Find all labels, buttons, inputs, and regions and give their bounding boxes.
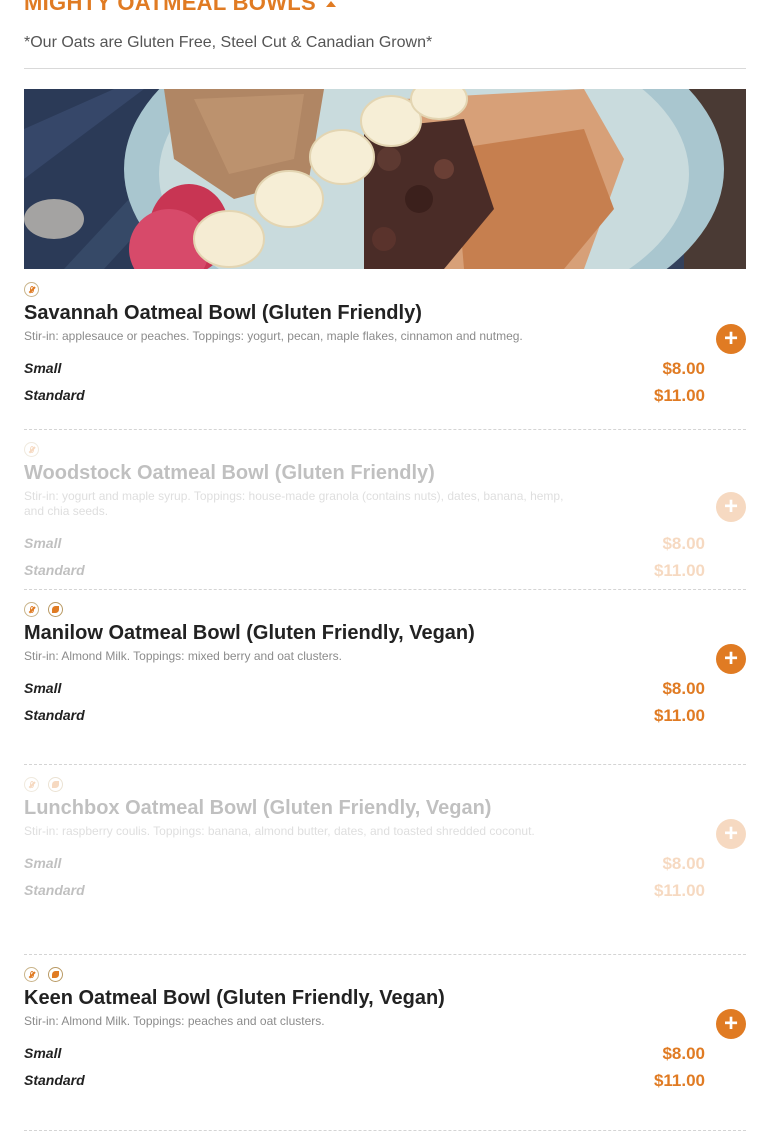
size-label: Standard [24,882,85,898]
gluten-free-icon [24,777,39,792]
section-note: *Our Oats are Gluten Free, Steel Cut & C… [24,34,433,51]
add-item-button[interactable]: + [716,819,746,849]
add-item-button[interactable]: + [716,1009,746,1039]
gluten-free-icon [24,602,39,617]
price: $11.00 [653,561,705,580]
divider [24,68,746,69]
dietary-badges [24,442,39,457]
price: $8.00 [662,679,705,698]
item-name: Keen Oatmeal Bowl (Gluten Friendly, Vega… [24,987,445,1009]
gluten-free-icon [24,442,39,457]
price: $8.00 [662,1044,705,1063]
dietary-badges [24,967,63,982]
vegan-icon [48,777,63,792]
item-name: Savannah Oatmeal Bowl (Gluten Friendly) [24,302,422,324]
dietary-badges [24,602,63,617]
size-label: Small [24,1045,62,1061]
size-label: Small [24,855,62,871]
item-description: Stir-in: raspberry coulis. Toppings: ban… [24,824,535,838]
menu-item: Keen Oatmeal Bowl (Gluten Friendly, Vega… [24,967,746,1117]
add-item-button[interactable]: + [716,324,746,354]
divider [24,589,746,590]
oatmeal-bowl-image [24,89,746,269]
divider [24,429,746,430]
vegan-icon [48,967,63,982]
price: $8.00 [662,854,705,873]
menu-item: Savannah Oatmeal Bowl (Gluten Friendly) … [24,282,746,432]
item-name: Lunchbox Oatmeal Bowl (Gluten Friendly, … [24,797,492,819]
divider [24,954,746,955]
item-description: Stir-in: yogurt and maple syrup. Topping… [24,489,564,518]
item-name: Woodstock Oatmeal Bowl (Gluten Friendly) [24,462,435,484]
size-label: Small [24,360,62,376]
gluten-free-icon [24,967,39,982]
item-name: Manilow Oatmeal Bowl (Gluten Friendly, V… [24,622,475,644]
divider [24,764,746,765]
section-title[interactable]: MIGHTY OATMEAL BOWLS [24,0,316,16]
item-description: Stir-in: Almond Milk. Toppings: peaches … [24,1014,325,1028]
price: $11.00 [653,386,705,405]
price: $11.00 [653,706,705,725]
price: $8.00 [662,359,705,378]
gluten-free-icon [24,282,39,297]
price: $8.00 [662,534,705,553]
price: $11.00 [653,1071,705,1090]
hero-image [24,89,746,269]
dietary-badges [24,777,63,792]
item-description: Stir-in: Almond Milk. Toppings: mixed be… [24,649,342,663]
menu-item: Woodstock Oatmeal Bowl (Gluten Friendly)… [24,442,746,592]
vegan-icon [48,602,63,617]
add-item-button[interactable]: + [716,644,746,674]
section-header[interactable]: MIGHTY OATMEAL BOWLS [24,0,336,16]
divider [24,1130,746,1131]
price: $11.00 [653,881,705,900]
item-description: Stir-in: applesauce or peaches. Toppings… [24,329,523,343]
size-label: Standard [24,1072,85,1088]
size-label: Small [24,680,62,696]
size-label: Standard [24,562,85,578]
add-item-button[interactable]: + [716,492,746,522]
caret-up-icon[interactable] [326,1,336,7]
size-label: Standard [24,387,85,403]
size-label: Small [24,535,62,551]
menu-item: Manilow Oatmeal Bowl (Gluten Friendly, V… [24,602,746,752]
menu-item: Lunchbox Oatmeal Bowl (Gluten Friendly, … [24,777,746,927]
size-label: Standard [24,707,85,723]
dietary-badges [24,282,39,297]
